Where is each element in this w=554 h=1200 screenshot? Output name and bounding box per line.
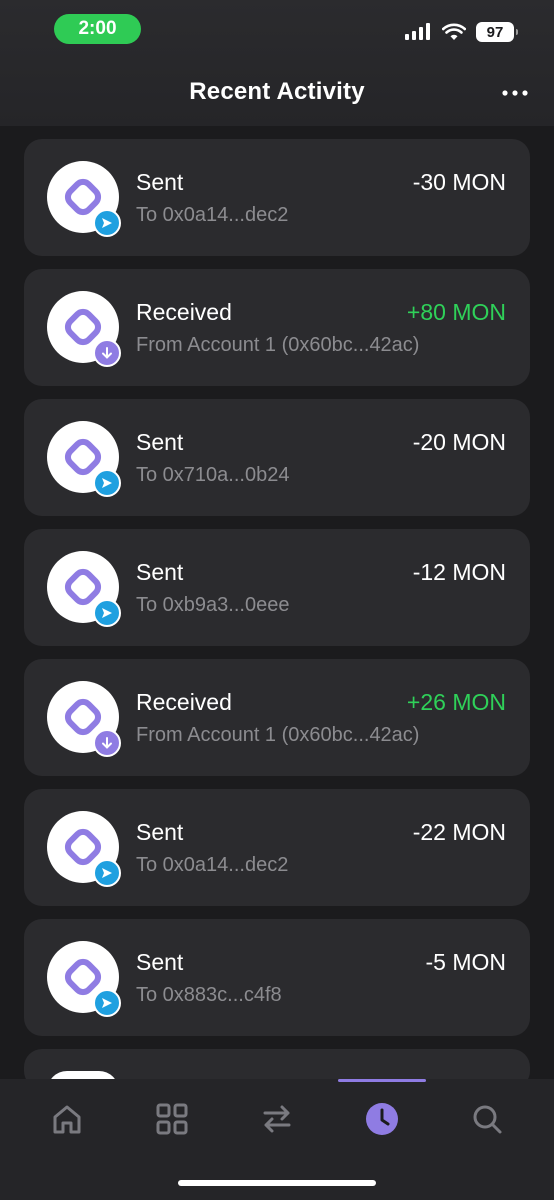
sent-badge [93, 599, 121, 627]
activity-item[interactable]: Sent To 0x0a14...dec2 -22 MON [24, 789, 530, 906]
sent-badge [93, 989, 121, 1017]
activity-list: Sent To 0x0a14...dec2 -30 MON Received F… [24, 139, 530, 1091]
wifi-icon [442, 23, 466, 40]
home-indicator [178, 1180, 376, 1186]
transaction-type: Received [136, 689, 232, 715]
transaction-counterparty: To 0xb9a3...0eee [136, 594, 290, 616]
transaction-amount: -12 MON [412, 559, 506, 585]
home-icon [53, 1105, 81, 1134]
battery-indicator: 97 [476, 22, 518, 42]
transaction-amount: +26 MON [406, 689, 506, 715]
tab-apps[interactable] [150, 1097, 194, 1141]
transaction-type: Received [136, 299, 232, 325]
sent-badge [93, 859, 121, 887]
receive-arrow-icon [102, 737, 112, 749]
send-arrow-icon [102, 998, 112, 1008]
transaction-counterparty: To 0x0a14...dec2 [136, 854, 289, 876]
receive-arrow-icon [102, 347, 112, 359]
received-badge [93, 339, 121, 367]
battery-level: 97 [486, 23, 504, 41]
send-arrow-icon [102, 868, 112, 878]
transaction-amount: -20 MON [412, 429, 506, 455]
sent-badge [93, 209, 121, 237]
status-time: 2:00 [54, 14, 141, 44]
status-icons: 97 [404, 20, 518, 44]
transaction-type: Sent [136, 819, 184, 845]
swap-icon [263, 1105, 291, 1133]
send-arrow-icon [102, 608, 112, 618]
transaction-counterparty: To 0x0a14...dec2 [136, 204, 289, 226]
grid-icon [156, 1103, 188, 1135]
transaction-type: Sent [136, 429, 184, 455]
send-arrow-icon [102, 218, 112, 228]
search-icon [473, 1105, 502, 1134]
tab-swap[interactable] [255, 1097, 299, 1141]
activity-item[interactable]: Sent To 0x883c...c4f8 -5 MON [24, 919, 530, 1036]
received-badge [93, 729, 121, 757]
tab-search[interactable] [465, 1097, 509, 1141]
history-clock-icon [366, 1103, 398, 1135]
transaction-counterparty: From Account 1 (0x60bc...42ac) [136, 724, 420, 746]
transaction-type: Sent [136, 559, 184, 585]
more-options-button[interactable] [500, 80, 530, 106]
tab-home[interactable] [45, 1097, 89, 1141]
transaction-amount: -5 MON [425, 949, 507, 975]
transaction-amount: +80 MON [406, 299, 506, 325]
activity-item[interactable]: Received From Account 1 (0x60bc...42ac) … [24, 659, 530, 776]
transaction-type: Sent [136, 169, 184, 195]
transaction-counterparty: To 0x710a...0b24 [136, 464, 290, 486]
active-tab-indicator [338, 1079, 426, 1082]
activity-item[interactable]: Sent To 0x710a...0b24 -20 MON [24, 399, 530, 516]
activity-item[interactable]: Sent To 0x0a14...dec2 -30 MON [24, 139, 530, 256]
header: 2:00 97 Recent Activity [0, 0, 554, 126]
transaction-counterparty: To 0x883c...c4f8 [136, 984, 282, 1006]
more-dots-icon [502, 90, 528, 96]
transaction-amount: -22 MON [412, 819, 506, 845]
transaction-type: Sent [136, 949, 184, 975]
transaction-counterparty: From Account 1 (0x60bc...42ac) [136, 334, 420, 356]
activity-item[interactable]: Sent To 0xb9a3...0eee -12 MON [24, 529, 530, 646]
sent-badge [93, 469, 121, 497]
cellular-signal-icon [405, 23, 430, 40]
send-arrow-icon [102, 478, 112, 488]
page-title: Recent Activity [189, 78, 365, 105]
transaction-amount: -30 MON [412, 169, 506, 195]
activity-item[interactable]: Received From Account 1 (0x60bc...42ac) … [24, 269, 530, 386]
tab-activity[interactable] [360, 1097, 404, 1141]
